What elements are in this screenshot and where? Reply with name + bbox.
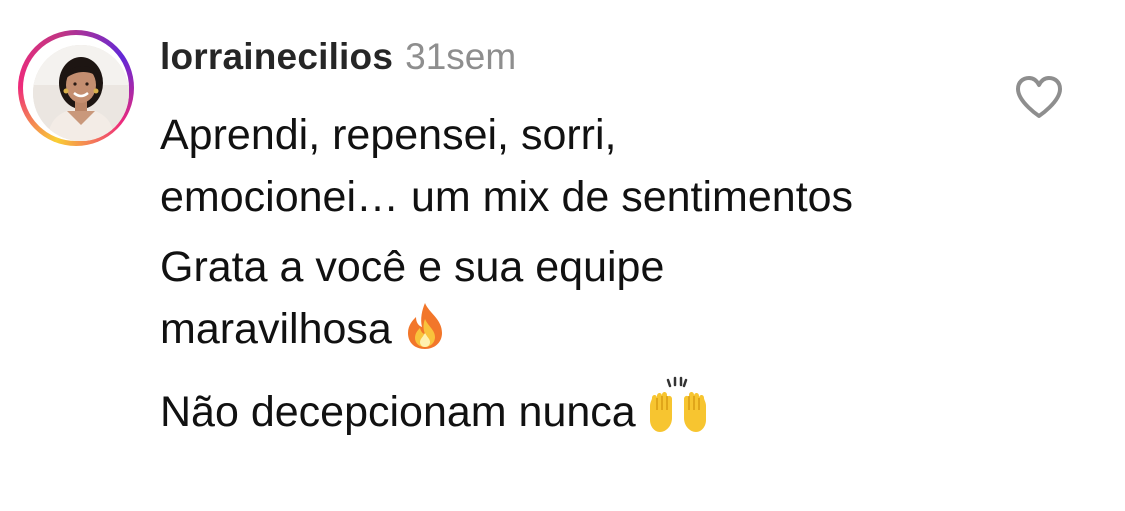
- timestamp: 31sem: [405, 36, 517, 77]
- fire-emoji: [402, 301, 448, 368]
- avatar[interactable]: [33, 45, 129, 141]
- username-link[interactable]: lorrainecilios: [160, 36, 393, 78]
- profile-photo: [33, 45, 129, 141]
- comment-paragraph-1: Aprendi, repensei, sorri, emocionei… um …: [160, 104, 860, 228]
- heart-outline-icon: [1016, 76, 1062, 118]
- comment-paragraph-3: Não decepcionam nunca: [160, 376, 860, 451]
- like-button[interactable]: [1014, 74, 1064, 120]
- story-ring[interactable]: [18, 30, 134, 146]
- comment-paragraph-2: Grata a você e sua equipe maravilhosa: [160, 236, 800, 368]
- comment-text: Aprendi, repensei, sorri, emocionei… um …: [160, 111, 854, 221]
- raising-hands-emoji: [646, 376, 710, 451]
- comment-text: Não decepcionam nunca: [160, 388, 636, 436]
- comment-header: lorrainecilios 31sem: [160, 36, 516, 82]
- avatar-gap: [23, 35, 129, 141]
- comment-body: Aprendi, repensei, sorri, emocionei… um …: [160, 104, 860, 459]
